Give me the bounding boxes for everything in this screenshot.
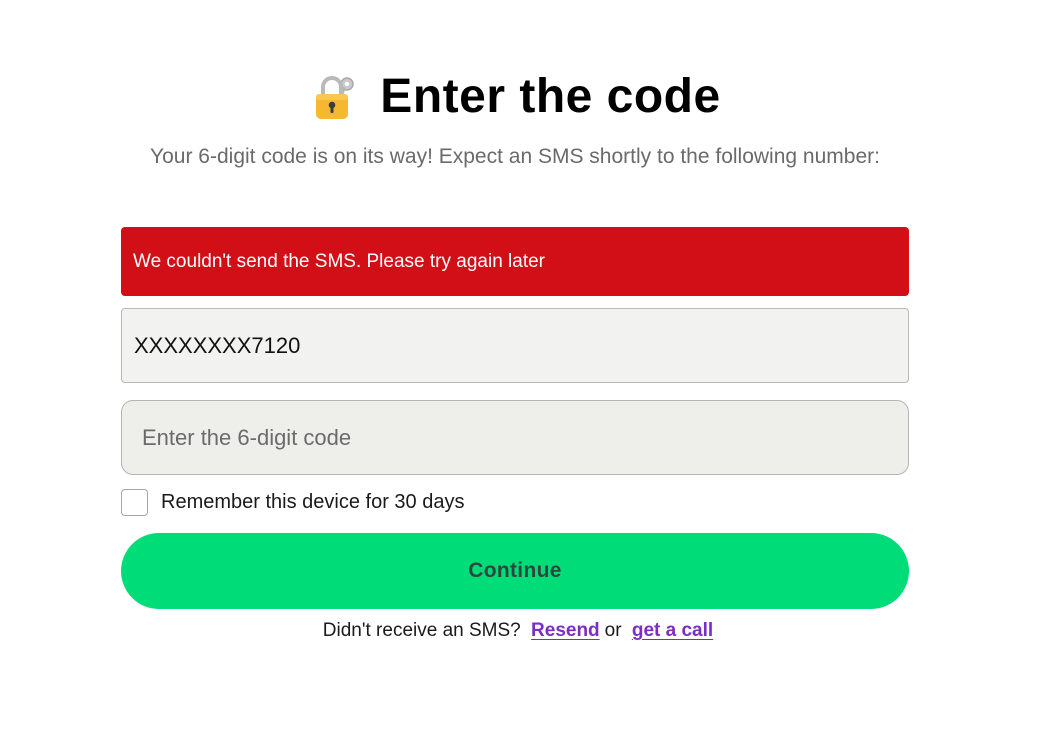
remember-device-checkbox[interactable] bbox=[121, 488, 148, 516]
page-title: Enter the code bbox=[380, 70, 721, 123]
error-banner: We couldn't send the SMS. Please try aga… bbox=[121, 227, 909, 296]
page-subtitle: Your 6-digit code is on its way! Expect … bbox=[150, 145, 880, 168]
phone-number-value: XXXXXXXX7120 bbox=[134, 332, 301, 358]
page-heading: Enter the code bbox=[0, 66, 1041, 128]
resend-link[interactable]: Resend bbox=[531, 620, 600, 641]
or-text: or bbox=[604, 620, 622, 641]
error-message: We couldn't send the SMS. Please try aga… bbox=[133, 250, 545, 272]
resend-footer: Didn't receive an SMS? Resend or get a ca… bbox=[0, 618, 1041, 644]
remember-device-label[interactable]: Remember this device for 30 days bbox=[161, 491, 464, 514]
lock-with-key-icon bbox=[310, 72, 360, 122]
resend-prompt: Didn't receive an SMS? bbox=[322, 620, 521, 641]
phone-number-field: XXXXXXXX7120 bbox=[121, 308, 909, 383]
code-input[interactable] bbox=[121, 400, 909, 475]
get-a-call-link[interactable]: get a call bbox=[632, 620, 713, 641]
remember-device-row[interactable]: Remember this device for 30 days bbox=[121, 487, 464, 517]
continue-button[interactable]: Continue bbox=[121, 533, 909, 609]
